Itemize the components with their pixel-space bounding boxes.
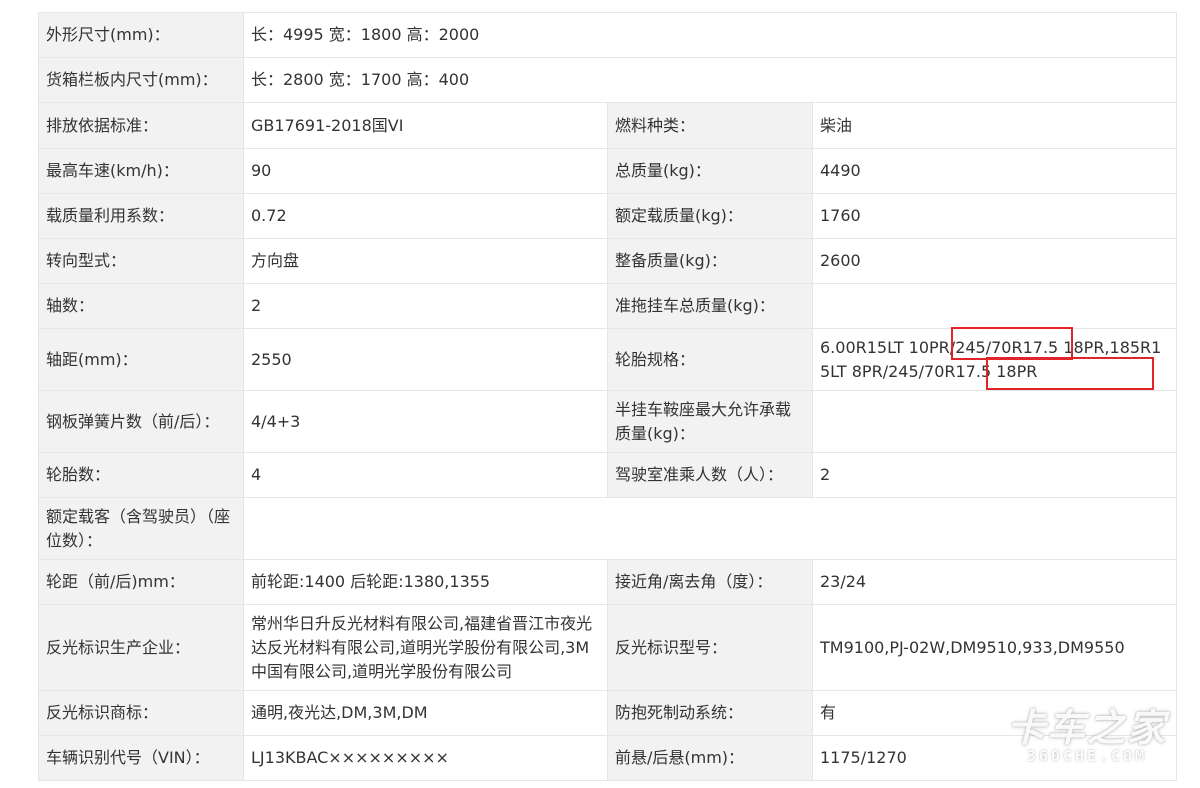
load-factor-value: 0.72 [243,193,608,239]
tyre-spec-cell: 6.00R15LT 10PR/245/70R17.5 18PR,185R15LT… [811,328,1178,391]
vehicle-spec-table: 外形尺寸(mm)： 长：4995 宽：1800 高：2000 货箱栏板内尺寸(m… [38,12,1178,781]
gross-mass-value: 4490 [811,148,1178,194]
rated-load-value: 1760 [811,193,1178,239]
abs-value: 有 [811,690,1178,736]
table-row: 车辆识别代号（VIN）： LJ13KBAC××××××××× 前悬/后悬(mm)… [38,735,1178,781]
track-value: 前轮距:1400 后轮距:1380,1355 [243,559,608,605]
rated-passengers-value [242,497,1178,560]
max-speed-label: 最高车速(km/h)： [38,148,244,194]
table-row: 钢板弹簧片数（前/后）： 4/4+3 半挂车鞍座最大允许承载质量(kg)： [38,390,1178,453]
axles-label: 轴数： [38,283,244,329]
fuel-label: 燃料种类： [607,102,813,149]
cab-passengers-value: 2 [811,452,1178,498]
dimensions-value: 长：4995 宽：1800 高：2000 [242,12,1178,58]
axles-value: 2 [243,283,608,329]
saddle-load-value [811,390,1178,453]
reflector-model-value: TM9100,PJ-02W,DM9510,933,DM9550 [811,604,1178,691]
curb-mass-value: 2600 [811,238,1178,284]
table-row: 反光标识生产企业： 常州华日升反光材料有限公司,福建省晋江市夜光达反光材料有限公… [38,604,1178,691]
overhang-label: 前悬/后悬(mm)： [607,735,813,781]
cargo-box-label: 货箱栏板内尺寸(mm)： [38,57,244,103]
reflector-brand-label: 反光标识商标： [38,690,244,736]
table-row: 排放依据标准： GB17691-2018国VI 燃料种类： 柴油 [38,102,1178,149]
vin-value: LJ13KBAC××××××××× [243,735,608,781]
leaf-spring-value: 4/4+3 [243,390,608,453]
reflector-maker-label: 反光标识生产企业： [38,604,244,691]
trailer-mass-value [811,283,1178,329]
angle-label: 接近角/离去角（度）： [607,559,813,605]
max-speed-value: 90 [243,148,608,194]
overhang-value: 1175/1270 [811,735,1178,781]
trailer-mass-label: 准拖挂车总质量(kg)： [607,283,813,329]
table-row: 额定载客（含驾驶员）（座位数）： [38,497,1178,560]
cargo-box-value: 长：2800 宽：1700 高：400 [242,57,1178,103]
curb-mass-label: 整备质量(kg)： [607,238,813,284]
steering-value: 方向盘 [243,238,608,284]
emission-label: 排放依据标准： [38,102,244,149]
gross-mass-label: 总质量(kg)： [607,148,813,194]
tyre-count-value: 4 [243,452,608,498]
wheelbase-label: 轴距(mm)： [38,328,244,391]
table-row: 反光标识商标： 通明,夜光达,DM,3M,DM 防抱死制动系统： 有 [38,690,1178,736]
fuel-value: 柴油 [811,102,1178,149]
tyre-spec-value: 6.00R15LT 10PR/245/70R17.5 18PR,185R15LT… [820,337,1162,381]
table-row: 轴距(mm)： 2550 轮胎规格： 6.00R15LT 10PR/245/70… [38,328,1178,391]
tyre-count-label: 轮胎数： [38,452,244,498]
abs-label: 防抱死制动系统： [607,690,813,736]
vin-label: 车辆识别代号（VIN）： [38,735,244,781]
table-row: 外形尺寸(mm)： 长：4995 宽：1800 高：2000 [38,12,1178,58]
table-row: 货箱栏板内尺寸(mm)： 长：2800 宽：1700 高：400 [38,57,1178,103]
table-row: 转向型式： 方向盘 整备质量(kg)： 2600 [38,238,1178,284]
wheelbase-value: 2550 [243,328,608,391]
track-label: 轮距（前/后)mm： [38,559,244,605]
reflector-model-label: 反光标识型号： [607,604,813,691]
rated-passengers-label: 额定载客（含驾驶员）（座位数）： [38,497,244,560]
table-row: 轮距（前/后)mm： 前轮距:1400 后轮距:1380,1355 接近角/离去… [38,559,1178,605]
dimensions-label: 外形尺寸(mm)： [38,12,244,58]
table-row: 轴数： 2 准拖挂车总质量(kg)： [38,283,1178,329]
table-row: 轮胎数： 4 驾驶室准乘人数（人）： 2 [38,452,1178,498]
load-factor-label: 载质量利用系数： [38,193,244,239]
leaf-spring-label: 钢板弹簧片数（前/后）： [38,390,244,453]
cab-passengers-label: 驾驶室准乘人数（人）： [607,452,813,498]
reflector-brand-value: 通明,夜光达,DM,3M,DM [243,690,608,736]
rated-load-label: 额定载质量(kg)： [607,193,813,239]
steering-label: 转向型式： [38,238,244,284]
emission-value: GB17691-2018国VI [243,102,608,149]
angle-value: 23/24 [811,559,1178,605]
tyre-spec-label: 轮胎规格： [607,328,813,391]
reflector-maker-value: 常州华日升反光材料有限公司,福建省晋江市夜光达反光材料有限公司,道明光学股份有限… [243,604,608,691]
table-row: 载质量利用系数： 0.72 额定载质量(kg)： 1760 [38,193,1178,239]
table-row: 最高车速(km/h)： 90 总质量(kg)： 4490 [38,148,1178,194]
saddle-load-label: 半挂车鞍座最大允许承载质量(kg)： [607,390,813,453]
